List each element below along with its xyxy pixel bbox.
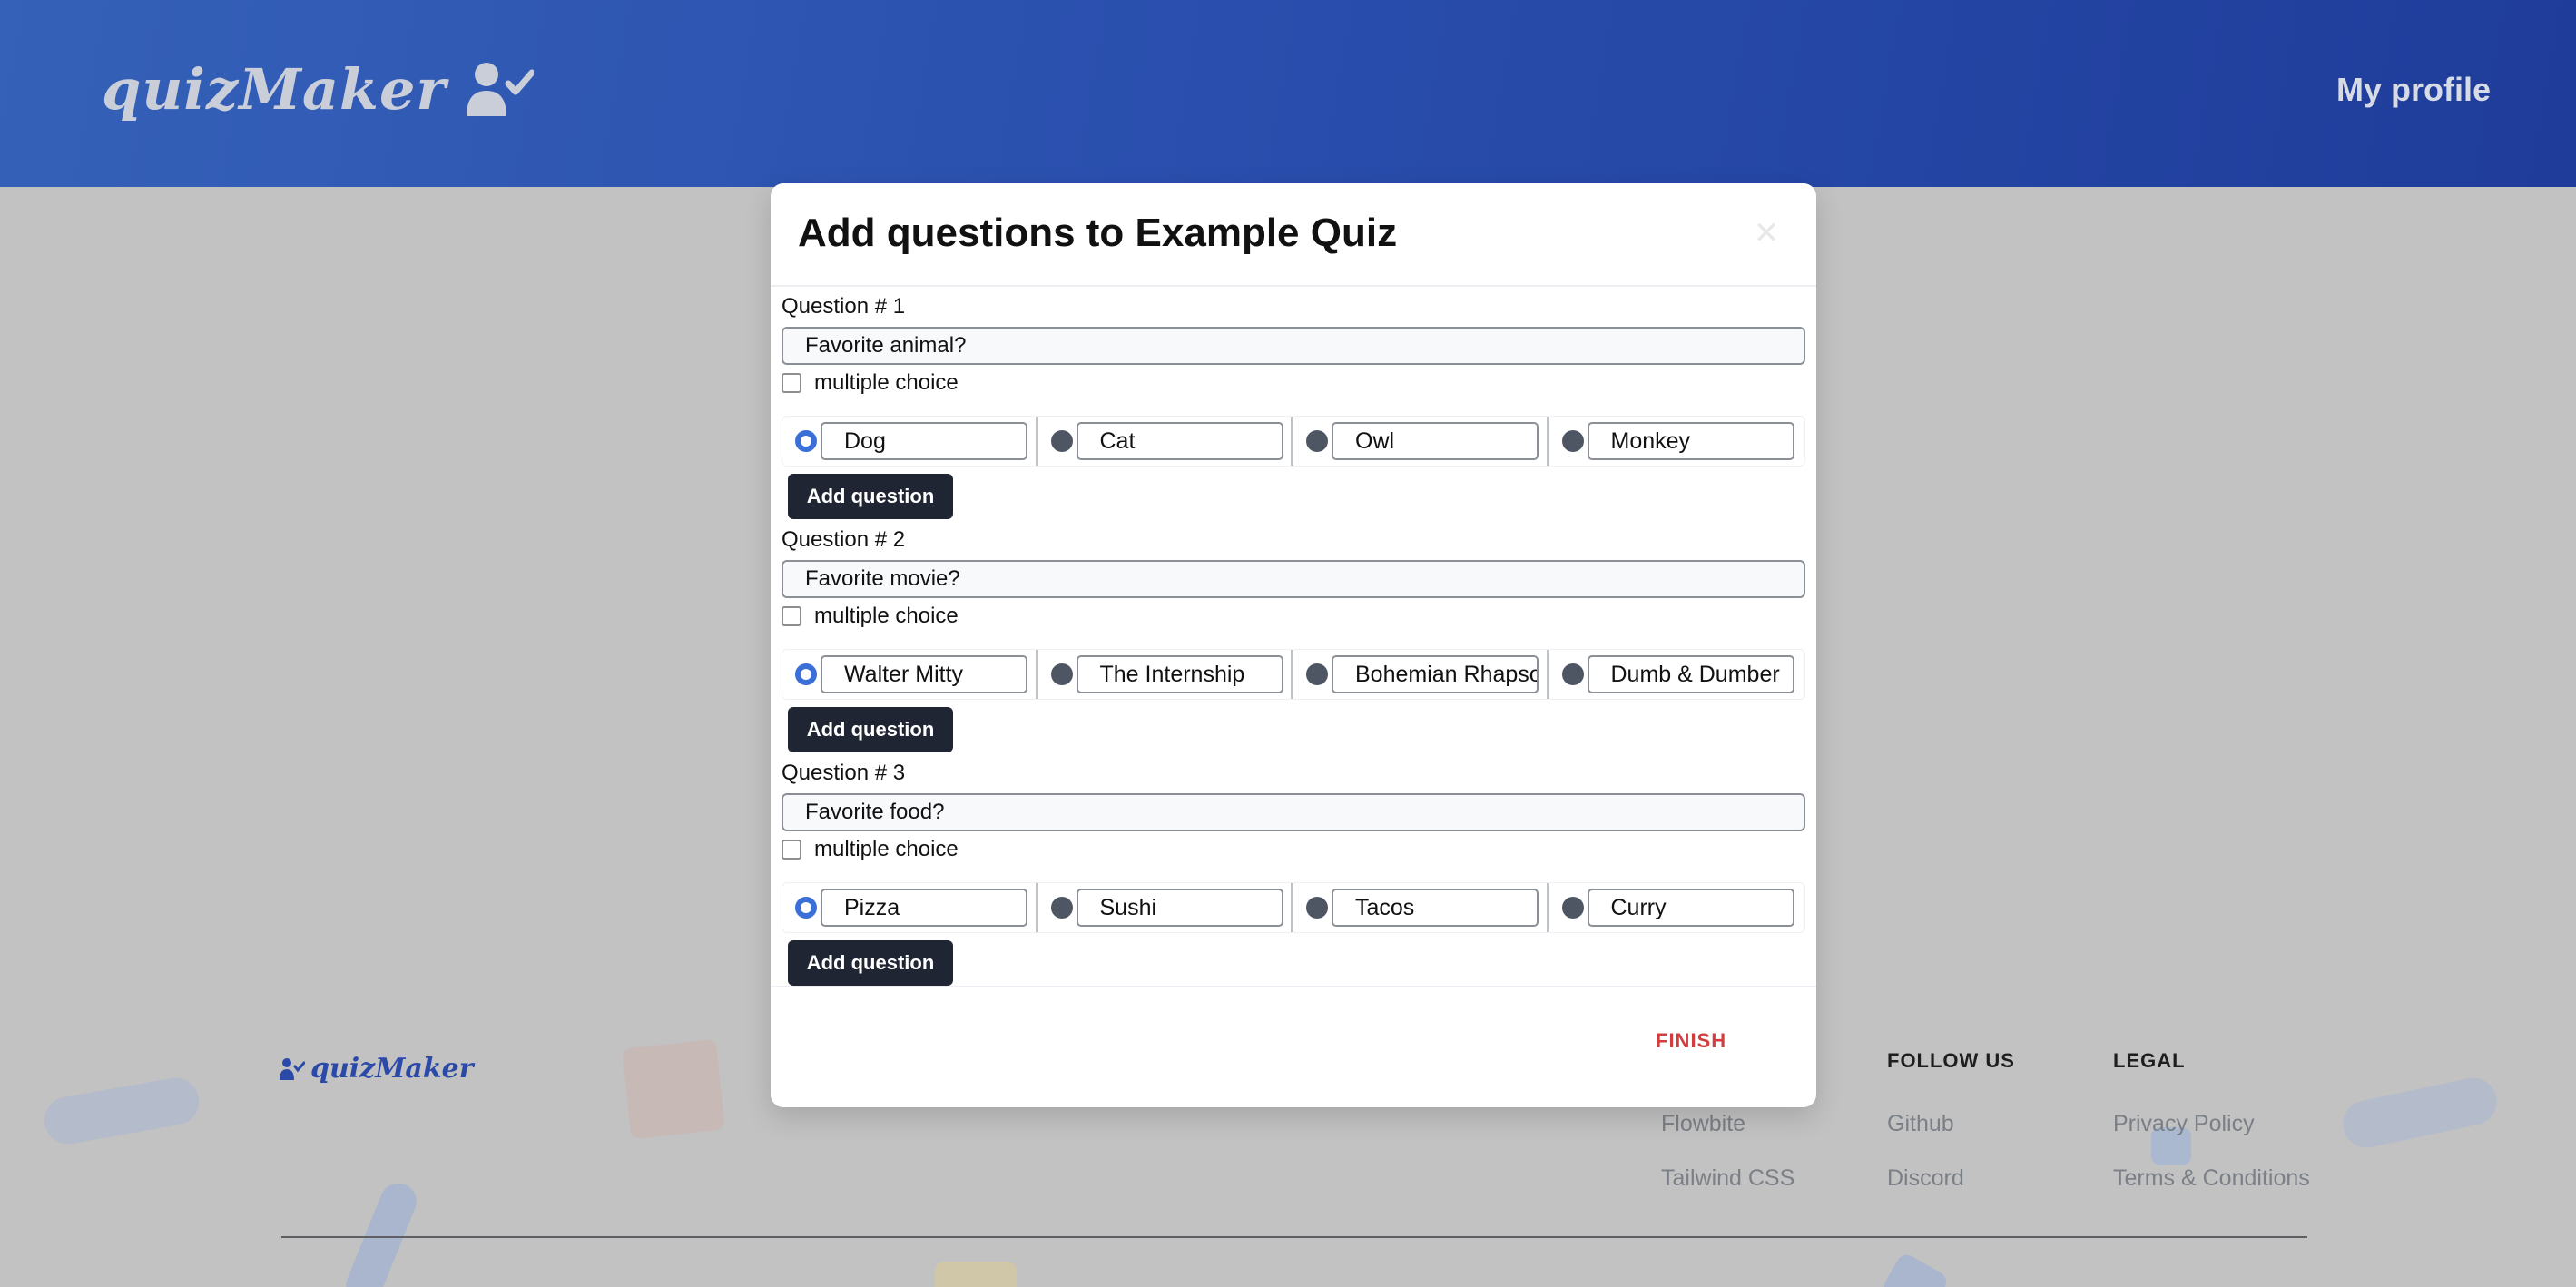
decorative-blob — [622, 1038, 725, 1140]
answer-input[interactable] — [1076, 889, 1283, 927]
answer-option — [1293, 417, 1549, 466]
answer-option — [1038, 650, 1293, 699]
multiple-choice-label: multiple choice — [814, 370, 959, 395]
footer-column-legal: LEGAL Privacy Policy Terms & Conditions — [2113, 1049, 2310, 1220]
decorative-blob — [340, 1177, 422, 1287]
decorative-blob — [1880, 1251, 1951, 1287]
correct-answer-radio[interactable] — [1306, 430, 1328, 452]
brand-logo[interactable]: quizMaker — [102, 56, 535, 123]
footer-link-terms[interactable]: Terms & Conditions — [2113, 1165, 2310, 1191]
answer-options — [782, 649, 1805, 700]
add-questions-modal: Add questions to Example Quiz ✕ Question… — [771, 183, 1816, 1107]
answer-input[interactable] — [1332, 889, 1539, 927]
question-block: Question # 3 multiple choice — [782, 753, 1805, 987]
modal-footer: FINISH — [771, 986, 1816, 1107]
add-question-button[interactable]: Add question — [788, 474, 953, 519]
footer-column-heading: LEGAL — [2113, 1049, 2186, 1072]
add-question-button[interactable]: Add question — [788, 940, 953, 986]
decorative-blob — [935, 1262, 1017, 1287]
answer-input[interactable] — [1332, 655, 1539, 693]
user-check-icon — [280, 1057, 305, 1080]
answer-input[interactable] — [821, 655, 1027, 693]
footer-link-flowbite[interactable]: Flowbite — [1661, 1111, 1794, 1136]
answer-option — [782, 417, 1038, 466]
answer-option — [1549, 650, 1805, 699]
my-profile-link[interactable]: My profile — [2336, 71, 2491, 109]
multiple-choice-toggle[interactable]: multiple choice — [782, 837, 959, 862]
footer-logo[interactable]: quizMaker — [280, 1053, 474, 1085]
footer-link-tailwind[interactable]: Tailwind CSS — [1661, 1165, 1794, 1191]
question-text-input[interactable] — [782, 327, 1805, 365]
correct-answer-radio[interactable] — [795, 663, 817, 685]
footer-link-privacy-policy[interactable]: Privacy Policy — [2113, 1111, 2310, 1136]
footer-column-heading: FOLLOW US — [1887, 1049, 2015, 1072]
answer-option — [1293, 883, 1549, 932]
answer-input[interactable] — [1332, 422, 1539, 460]
footer-link-github[interactable]: Github — [1887, 1111, 2015, 1136]
finish-button[interactable]: FINISH — [1656, 1029, 1726, 1053]
brand-logo-text: quizMaker — [102, 56, 447, 123]
answer-input[interactable] — [1076, 655, 1283, 693]
answer-input[interactable] — [821, 889, 1027, 927]
question-label: Question # 3 — [782, 761, 906, 785]
answer-option — [1038, 883, 1293, 932]
answer-option — [1038, 417, 1293, 466]
correct-answer-radio[interactable] — [1561, 663, 1584, 685]
multiple-choice-label: multiple choice — [814, 837, 959, 861]
correct-answer-radio[interactable] — [1050, 663, 1073, 685]
top-navbar: quizMaker My profile — [0, 0, 2576, 187]
question-label: Question # 1 — [782, 294, 906, 319]
correct-answer-radio[interactable] — [795, 430, 817, 452]
question-block: Question # 1 multiple choice — [782, 287, 1805, 520]
correct-answer-radio[interactable] — [1050, 430, 1073, 452]
answer-option — [1549, 417, 1805, 466]
correct-answer-radio[interactable] — [1306, 897, 1328, 919]
answer-options — [782, 416, 1805, 467]
user-check-icon — [467, 62, 535, 116]
modal-body: Question # 1 multiple choice — [782, 287, 1805, 987]
multiple-choice-toggle[interactable]: multiple choice — [782, 604, 959, 629]
answer-option — [1549, 883, 1805, 932]
multiple-choice-checkbox[interactable] — [782, 373, 801, 393]
footer-link-discord[interactable]: Discord — [1887, 1165, 2015, 1191]
decorative-blob — [2338, 1073, 2502, 1153]
correct-answer-radio[interactable] — [1050, 897, 1073, 919]
answer-input[interactable] — [1587, 422, 1794, 460]
question-text-input[interactable] — [782, 560, 1805, 598]
modal-title: Add questions to Example Quiz — [798, 211, 1398, 255]
correct-answer-radio[interactable] — [1306, 663, 1328, 685]
multiple-choice-label: multiple choice — [814, 604, 959, 628]
correct-answer-radio[interactable] — [1561, 897, 1584, 919]
multiple-choice-toggle[interactable]: multiple choice — [782, 370, 959, 396]
footer-logo-text: quizMaker — [310, 1053, 474, 1085]
answer-option — [1293, 650, 1549, 699]
add-question-button[interactable]: Add question — [788, 707, 953, 752]
answer-input[interactable] — [1076, 422, 1283, 460]
footer-column-follow-us: FOLLOW US Github Discord — [1887, 1049, 2015, 1220]
multiple-choice-checkbox[interactable] — [782, 606, 801, 626]
question-block: Question # 2 multiple choice — [782, 520, 1805, 753]
decorative-blob — [40, 1074, 203, 1148]
answer-input[interactable] — [1587, 889, 1794, 927]
answer-input[interactable] — [1587, 655, 1794, 693]
multiple-choice-checkbox[interactable] — [782, 840, 801, 860]
correct-answer-radio[interactable] — [1561, 430, 1584, 452]
question-text-input[interactable] — [782, 793, 1805, 831]
answer-options — [782, 882, 1805, 933]
answer-option — [782, 650, 1038, 699]
correct-answer-radio[interactable] — [795, 897, 817, 919]
answer-input[interactable] — [821, 422, 1027, 460]
modal-header: Add questions to Example Quiz ✕ — [771, 183, 1816, 287]
footer-divider — [281, 1236, 2307, 1238]
question-label: Question # 2 — [782, 527, 906, 552]
answer-option — [782, 883, 1038, 932]
close-icon[interactable]: ✕ — [1744, 211, 1789, 256]
